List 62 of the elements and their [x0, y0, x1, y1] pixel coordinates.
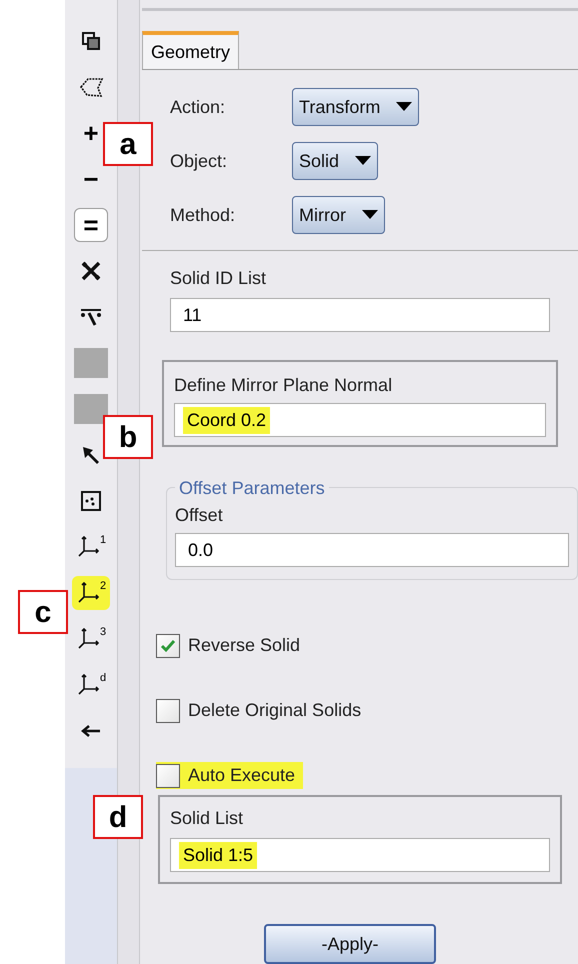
toolbar-button[interactable]: −	[83, 162, 99, 196]
toolbar-button[interactable]: =	[74, 208, 108, 242]
field-label: Method:	[170, 204, 236, 226]
cross-icon	[80, 260, 102, 282]
field-label: Define Mirror Plane Normal	[174, 374, 394, 397]
toolbar-button[interactable]: d	[76, 668, 106, 702]
checkbox-label: Reverse Solid	[188, 634, 300, 657]
field-value: Coord 0.2	[183, 406, 270, 434]
axes-icon	[76, 627, 100, 651]
dropdown[interactable]: Solid	[292, 142, 378, 180]
checkbox[interactable]	[156, 764, 180, 788]
toolbar-glyph: +	[83, 120, 99, 146]
field-value: Solid 1:5	[179, 842, 258, 868]
checkbox[interactable]	[156, 634, 180, 658]
field-label: Solid List	[170, 807, 244, 830]
field-label: Object:	[170, 150, 228, 173]
field-value: 11	[182, 304, 203, 326]
polygon-icon	[78, 76, 104, 98]
axis-label: 2	[100, 581, 106, 592]
callout-label: d	[93, 795, 143, 839]
checkbox-row[interactable]: Auto Execute	[156, 762, 304, 789]
dotted-square-icon	[80, 490, 102, 512]
axis-label: 3	[100, 627, 106, 638]
toolbar-button[interactable]: 3	[76, 622, 106, 656]
field-label: Action:	[170, 96, 226, 118]
dropdown[interactable]: Mirror	[292, 196, 385, 234]
checkbox-row[interactable]: Reverse Solid	[156, 632, 308, 659]
tab[interactable]: Geometry	[142, 31, 240, 69]
caret-icon	[362, 210, 378, 220]
caret-icon	[396, 102, 412, 112]
checkbox[interactable]	[156, 698, 180, 722]
solid-list-field[interactable]: Solid 1:5	[170, 838, 550, 872]
solid-id-field[interactable]: 11	[170, 298, 550, 332]
left-arrow-icon	[80, 725, 102, 737]
axis-label: d	[100, 673, 106, 684]
checkbox-row[interactable]: Delete Original Solids	[156, 697, 370, 724]
filter-icon	[79, 307, 103, 327]
toolbar-glyph: =	[83, 212, 99, 238]
axes-icon	[76, 535, 100, 559]
dropdown[interactable]: Transform	[292, 88, 420, 126]
axes-icon	[76, 581, 100, 605]
callout-label: c	[18, 590, 68, 634]
apply-button[interactable]: -Apply-	[264, 924, 436, 964]
field-label: Solid ID List	[170, 267, 268, 290]
axes-icon	[76, 673, 100, 697]
field-value: 0.0	[187, 538, 214, 562]
callout-label: b	[103, 415, 153, 459]
axis-label: 1	[100, 535, 106, 546]
caret-icon	[355, 156, 372, 166]
pointer-icon	[81, 445, 101, 465]
callout-label: a	[103, 122, 153, 166]
mirror-plane-field[interactable]: Coord 0.2	[174, 403, 546, 437]
toolbar-button[interactable]: +	[83, 116, 99, 150]
check-icon	[160, 638, 176, 652]
field-label: Offset	[175, 504, 224, 527]
layers-icon	[81, 31, 101, 51]
offset-field[interactable]: 0.0	[175, 533, 569, 567]
checkbox-label: Auto Execute	[188, 764, 296, 787]
toolbar-button[interactable]: 1	[76, 530, 106, 564]
toolbar-button[interactable]: 2	[72, 576, 110, 610]
toolbar-glyph: −	[83, 166, 99, 192]
checkbox-label: Delete Original Solids	[188, 699, 362, 722]
